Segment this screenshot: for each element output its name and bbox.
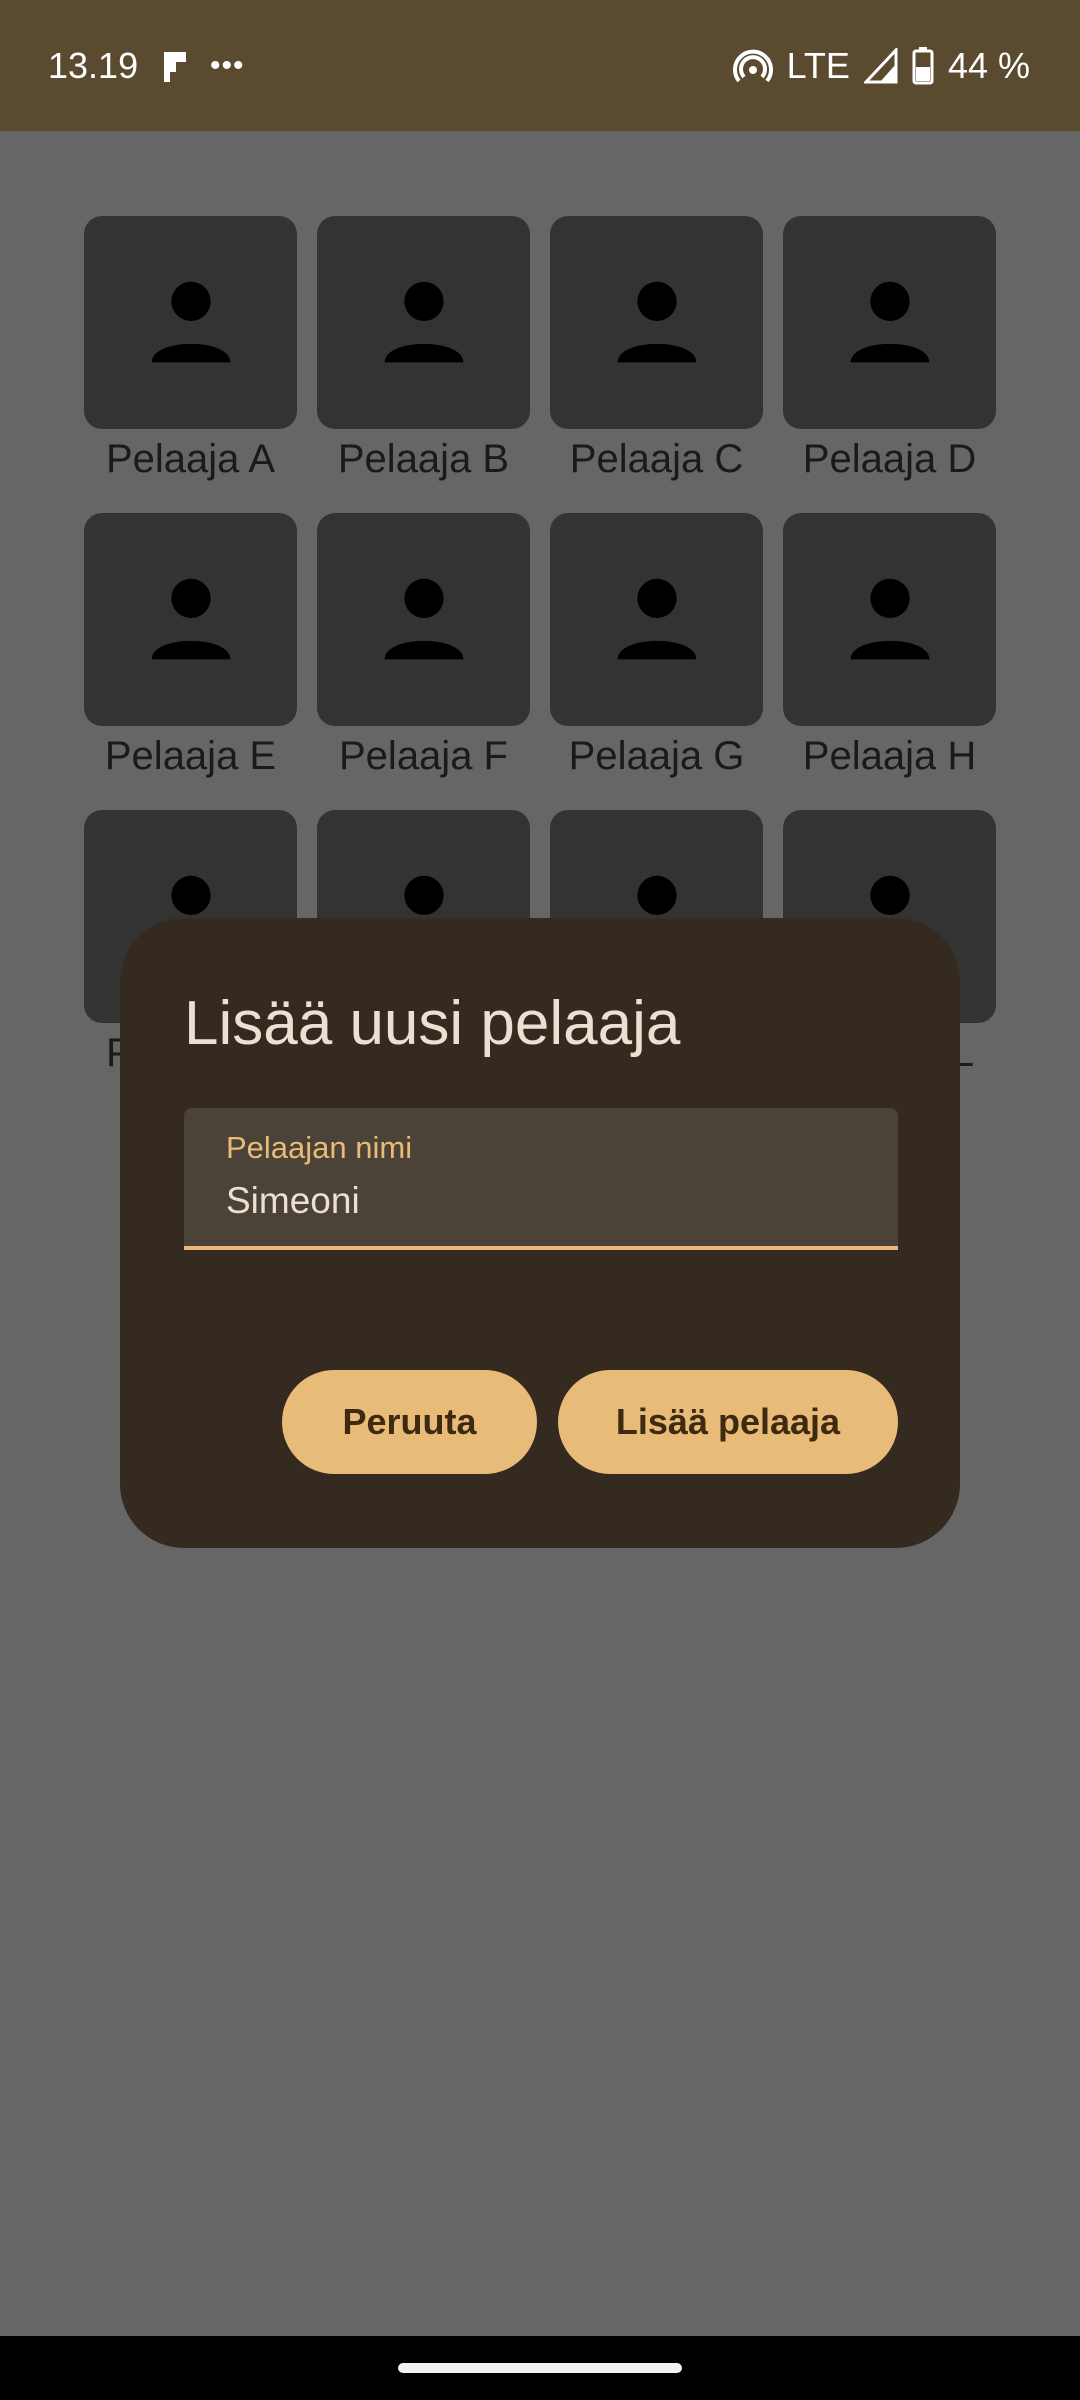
- add-player-button[interactable]: Lisää pelaaja: [558, 1370, 898, 1474]
- player-card[interactable]: Pelaaja B: [317, 216, 530, 482]
- player-card[interactable]: Pelaaja D: [783, 216, 996, 482]
- add-player-dialog: Lisää uusi pelaaja Pelaajan nimi Simeoni…: [120, 918, 960, 1548]
- player-name-field[interactable]: Pelaajan nimi Simeoni: [184, 1108, 898, 1250]
- person-icon: [783, 216, 996, 429]
- player-name: Pelaaja C: [569, 437, 744, 481]
- person-icon: [550, 216, 763, 429]
- battery-percent: 44 %: [947, 44, 1030, 86]
- player-name: Pelaaja H: [802, 734, 977, 778]
- person-icon: [783, 513, 996, 726]
- player-card[interactable]: Pelaaja E: [84, 513, 297, 779]
- player-name-input[interactable]: Simeoni: [226, 1180, 360, 1222]
- person-icon: [84, 216, 297, 429]
- flipboard-icon: [160, 48, 190, 86]
- player-card[interactable]: Pelaaja C: [550, 216, 763, 482]
- status-time: 13.19: [48, 45, 139, 86]
- cancel-button[interactable]: Peruuta: [282, 1370, 537, 1474]
- hotspot-icon: [732, 46, 773, 86]
- player-name: Pelaaja A: [105, 437, 276, 481]
- person-icon: [317, 216, 530, 429]
- signal-icon: [863, 47, 898, 84]
- player-name: Pelaaja E: [104, 734, 277, 778]
- player-name: Pelaaja F: [339, 734, 508, 778]
- network-type: LTE: [786, 44, 850, 86]
- player-card[interactable]: Pelaaja H: [783, 513, 996, 779]
- home-handle[interactable]: [398, 2363, 682, 2373]
- person-icon: [317, 513, 530, 726]
- player-name: Pelaaja B: [337, 437, 510, 481]
- status-bar: 13.19 ••• LTE 44 %: [0, 0, 1080, 131]
- person-icon: [550, 513, 763, 726]
- player-card[interactable]: Pelaaja F: [317, 513, 530, 779]
- player-card[interactable]: Pelaaja A: [84, 216, 297, 482]
- player-name: Pelaaja G: [568, 734, 745, 778]
- person-icon: [84, 513, 297, 726]
- more-notifications-icon: •••: [210, 49, 245, 82]
- battery-icon: [912, 46, 934, 85]
- dialog-title: Lisää uusi pelaaja: [184, 989, 681, 1058]
- player-name-field-label: Pelaajan nimi: [226, 1130, 413, 1165]
- navigation-bar: [0, 2336, 1080, 2400]
- player-card[interactable]: Pelaaja G: [550, 513, 763, 779]
- player-name: Pelaaja D: [802, 437, 977, 481]
